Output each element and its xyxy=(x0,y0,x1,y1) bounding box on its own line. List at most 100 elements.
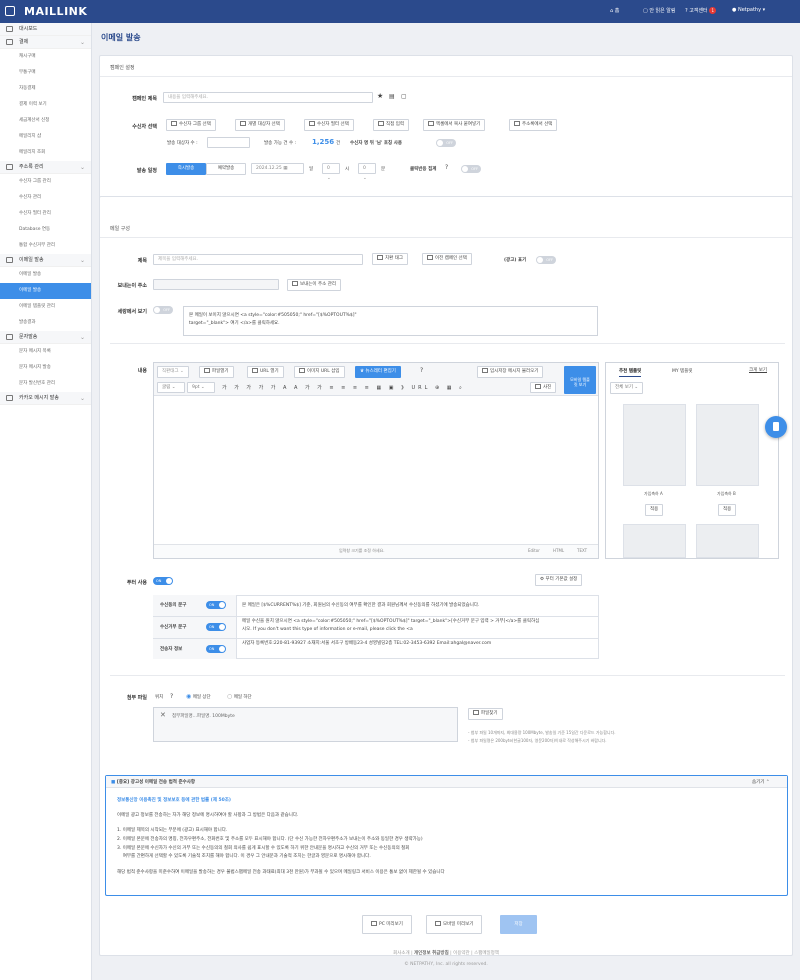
individual-select-button[interactable]: 개별 대상자 선택 xyxy=(235,119,285,131)
open-url-button[interactable]: URL 열기 xyxy=(247,366,284,378)
open-file-button[interactable]: 파일열기 xyxy=(199,366,234,378)
sidebar-subitem[interactable]: 세금계산서 신청 xyxy=(0,113,91,129)
mode-text[interactable]: TEXT xyxy=(577,548,587,553)
tab-recommended[interactable]: 추천 템플릿 xyxy=(619,368,642,377)
pc-preview-button[interactable]: PC 미리보기 xyxy=(362,915,412,934)
campaign-name-input[interactable]: 내용을 입력해주세요. xyxy=(163,92,373,103)
footer-row-text[interactable]: 메일 수신을 원치 않으시면 <a style="color:#505050;"… xyxy=(242,618,542,637)
footer-link[interactable]: 스팸메일정책 xyxy=(474,951,499,956)
footer-link[interactable]: 개인정보 취급방침 xyxy=(414,951,449,956)
font-select[interactable]: 굴림 ⌄ xyxy=(157,382,185,393)
footer-default-button[interactable]: ⚙ 푸터 기본값 설정 xyxy=(535,574,583,586)
footer-row-toggle[interactable]: ON xyxy=(206,623,226,631)
template-thumbnail[interactable] xyxy=(696,524,759,558)
sidebar-item-addressbook[interactable]: 주소록 관리 ⌄ xyxy=(0,161,91,174)
apply-template-button[interactable]: 적용 xyxy=(718,504,737,516)
footer-link[interactable]: 회사소개 xyxy=(393,951,410,956)
sidebar-subitem[interactable]: 통합 수신거부 관리 xyxy=(0,238,91,254)
sidebar-subitem[interactable]: 메일리지 샵 xyxy=(0,129,91,145)
sidebar-subitem[interactable]: 결제 이력 보기 xyxy=(0,97,91,113)
newsletter-editor-button[interactable]: ♛ 뉴스레터 편집기 xyxy=(355,366,401,378)
attachment-box[interactable]: ✕ 첨부파일명...파일명. 100Mbyte xyxy=(153,707,458,742)
sidebar-subitem-active[interactable]: 이메일 발송 xyxy=(0,283,91,299)
load-draft-button[interactable]: 임시저장 메시지 불러오기 xyxy=(477,366,544,378)
sidebar-subitem[interactable]: 메일리지 조회 xyxy=(0,145,91,161)
footer-toggle[interactable]: ON xyxy=(153,577,173,585)
prev-campaign-button[interactable]: 이전 캠페인 선택 xyxy=(422,253,472,265)
mode-editor[interactable]: Editor xyxy=(528,548,540,553)
sidebar-subitem[interactable]: 수신자 그룹 관리 xyxy=(0,174,91,190)
document-fab-icon[interactable] xyxy=(765,416,787,438)
sidebar-item-email[interactable]: 이메일 발송 ⌄ xyxy=(0,254,91,267)
click-count-toggle[interactable]: OFF xyxy=(461,165,481,173)
sender-input[interactable] xyxy=(153,279,279,290)
hide-legal-button[interactable]: 숨기기 ⌃ xyxy=(752,779,770,785)
footer-row-text[interactable]: 사업자 등록번호:220-81-93927 소재지:서울 서초구 방배동23-4… xyxy=(242,640,512,659)
radio-top[interactable]: ◉ 메일 상단 xyxy=(186,693,211,700)
template-filter-select[interactable]: 전체 보기 ⌄ xyxy=(610,382,644,394)
save-button[interactable]: 저장 xyxy=(500,915,537,934)
direct-input-button[interactable]: 직접 입력 xyxy=(373,119,409,131)
replace-tag-button[interactable]: 치환 태그 xyxy=(372,253,408,265)
mode-html[interactable]: HTML xyxy=(553,548,564,553)
help-icon[interactable]: ? xyxy=(170,693,173,700)
support-link[interactable]: ? 고객센터 1 xyxy=(685,7,717,14)
recipient-filter-button[interactable]: 수신자 필터 선택 xyxy=(304,119,354,131)
close-icon[interactable]: ✕ xyxy=(160,711,166,719)
sidebar-subitem[interactable]: 캐시구매 xyxy=(0,49,91,65)
footer-row-toggle[interactable]: ON xyxy=(206,601,226,609)
template-thumbnail[interactable] xyxy=(696,404,759,486)
radio-bottom[interactable]: ○ 메일 하단 xyxy=(227,693,252,700)
merge-tag-select[interactable]: 직판태그 ⌄ xyxy=(157,366,189,378)
help-icon[interactable]: ? xyxy=(445,164,448,171)
fallback-toggle[interactable]: OFF xyxy=(153,306,173,314)
hour-select[interactable]: 0 ⌄ xyxy=(322,163,340,181)
star-icon[interactable]: ★ xyxy=(377,92,383,100)
note-icon[interactable]: ▢ xyxy=(401,93,407,100)
minute-select[interactable]: 0 ⌄ xyxy=(358,163,376,181)
sidebar-subitem[interactable]: 수신자 필터 관리 xyxy=(0,206,91,222)
footer-row-toggle[interactable]: ON xyxy=(206,645,226,653)
ad-toggle[interactable]: OFF xyxy=(536,256,556,264)
sidebar-subitem[interactable]: Database 연동 xyxy=(0,222,91,238)
sidebar-subitem[interactable]: 수신자 관리 xyxy=(0,190,91,206)
notification-link[interactable]: ▢ 안 읽은 알림 xyxy=(643,7,676,14)
sidebar-subitem[interactable]: 자동결제 xyxy=(0,81,91,97)
sidebar-item-kakao[interactable]: 카카오 메시지 발송 ⌄ xyxy=(0,392,91,405)
photo-button[interactable]: 사진 xyxy=(530,382,557,393)
template-thumbnail[interactable] xyxy=(623,524,686,558)
sidebar-item-dashboard[interactable]: 대시보드 xyxy=(0,23,91,36)
file-search-button[interactable]: 파일찾기 xyxy=(468,708,503,720)
sidebar-item-sms[interactable]: 문자발송 ⌄ xyxy=(0,331,91,344)
sidebar-subitem[interactable]: 이메일 템플릿 관리 xyxy=(0,299,91,315)
footer-link[interactable]: 이용약관 xyxy=(453,951,470,956)
mobile-template-button[interactable]: 모바일 템플릿 보기 xyxy=(564,366,596,394)
reserve-button[interactable]: 예약발송 xyxy=(206,163,246,175)
excel-paste-button[interactable]: 엑셀에서 복사 붙여넣기 xyxy=(423,119,486,131)
honorific-toggle[interactable]: OFF xyxy=(436,139,456,147)
send-now-button[interactable]: 즉시발송 xyxy=(166,163,206,175)
footer-row-text[interactable]: 본 메일은 [$%CURRENT%$] 기준, 회원님의 수신동의 여부를 확인… xyxy=(242,602,479,608)
resize-hint[interactable]: 입력창 크기를 조정 하세요. xyxy=(339,548,385,554)
mobile-preview-button[interactable]: 모바일 미리보기 xyxy=(426,915,483,934)
help-icon[interactable]: ? xyxy=(420,367,423,374)
font-size-select[interactable]: 9pt ⌄ xyxy=(187,382,215,393)
date-input[interactable]: 2024.12.25 ▦ xyxy=(251,163,304,174)
sidebar-subitem[interactable]: 발송결과 xyxy=(0,315,91,331)
sidebar-subitem[interactable]: 이메일 발송 xyxy=(0,267,91,283)
sidebar-subitem[interactable]: 무통구매 xyxy=(0,65,91,81)
home-link[interactable]: ⌂ 홈 xyxy=(610,7,619,14)
sidebar-subitem[interactable]: 문자 발신번호 관리 xyxy=(0,376,91,392)
sidebar-subitem[interactable]: 문자 메시지 발송 xyxy=(0,360,91,376)
logo[interactable]: MAILLINK xyxy=(24,5,87,18)
apply-template-button[interactable]: 적용 xyxy=(645,504,664,516)
subject-input[interactable]: 제목을 입력해주세요. xyxy=(153,254,363,265)
fallback-textarea[interactable]: 본 메일이 보이지 않으시면 <a style="color:#505050;"… xyxy=(183,306,598,336)
expand-view-link[interactable]: 크게 보기 xyxy=(749,367,767,373)
tab-my-templates[interactable]: MY 템플릿 xyxy=(672,368,692,374)
sidebar-item-payment[interactable]: 결제 ⌄ xyxy=(0,36,91,49)
menu-icon[interactable] xyxy=(5,6,15,16)
insert-image-url-button[interactable]: 이미지 URL 삽입 xyxy=(294,366,345,378)
recipient-group-button[interactable]: 수신자 그룹 선택 xyxy=(166,119,216,131)
addressbook-select-button[interactable]: 주소록에서 선택 xyxy=(509,119,558,131)
